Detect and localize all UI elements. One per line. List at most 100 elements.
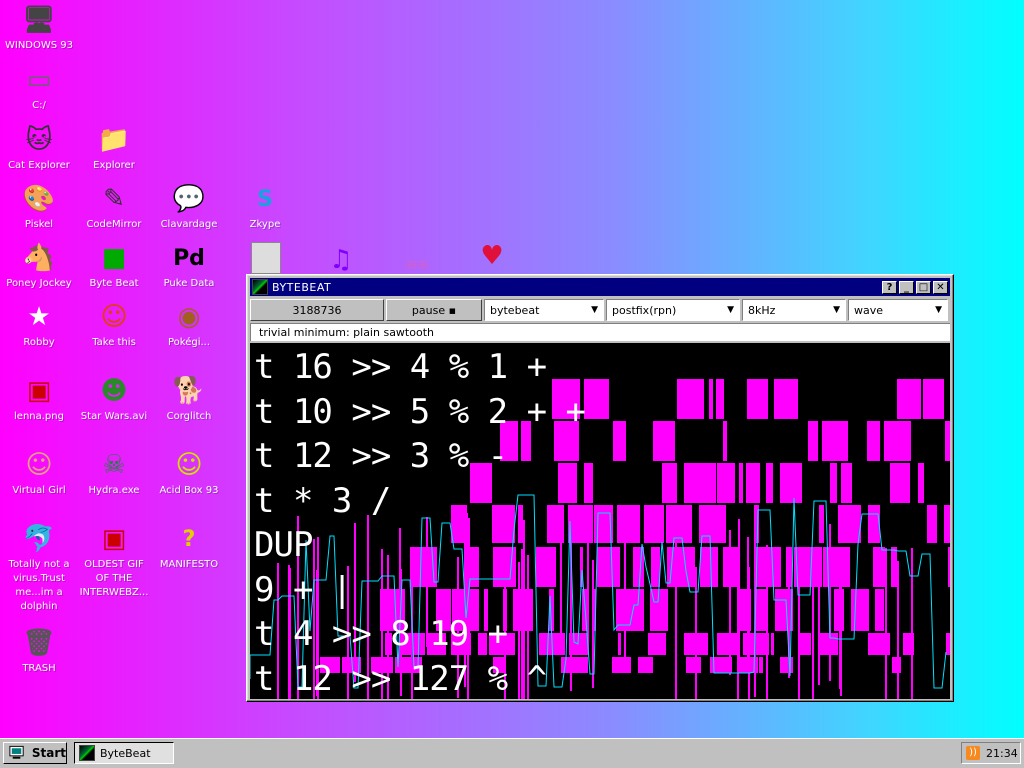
desktop-icon-zkype[interactable]: S Zkype [228, 183, 302, 232]
piskel-icon: 🎨 [22, 184, 56, 214]
desktop-icon-label: Star Wars.avi [80, 411, 148, 422]
desktop-icon-label: Totally not a virus.Trust me...im a dolp… [8, 559, 70, 612]
visualizer-canvas[interactable]: t 16 >> 4 % 1 + t 10 >> 5 % 2 + + t 12 >… [250, 343, 950, 699]
desktop-icon-windows93[interactable]: 🖥 WINDOWS 93 [2, 4, 76, 53]
mode-select[interactable]: bytebeat ▼ [484, 299, 604, 321]
desktop-icon-hydra[interactable]: ☠ Hydra.exe [77, 449, 151, 498]
desktop-icon-label: Explorer [93, 160, 135, 171]
desktop-icon-label: C:/ [32, 100, 46, 111]
desktop-icon-puke-data[interactable]: Pd Puke Data [152, 242, 226, 291]
lips-icon-partial[interactable]: ♥ [474, 240, 510, 275]
zkype-icon: S [257, 186, 273, 212]
speaker-icon: ♫ [329, 245, 353, 275]
desktop-icon-robby[interactable]: ★ Robby [2, 301, 76, 350]
desktop-icon-label: Puke Data [163, 278, 215, 289]
desktop-icon-label: lenna.png [14, 411, 64, 422]
maximize-button[interactable]: □ [916, 280, 931, 294]
start-label: Start [31, 746, 66, 760]
notation-select-value: postfix(rpn) [612, 303, 677, 317]
oldest-gif-icon: ▣ [101, 524, 127, 554]
desktop-icon-manifesto[interactable]: ? MANIFESTO [152, 523, 226, 572]
pause-button[interactable]: pause ▪ [386, 299, 482, 321]
system-tray: )) 21:34 [961, 742, 1021, 764]
dropdown-arrow-icon: ▼ [833, 305, 840, 315]
face-icon [251, 242, 281, 274]
desktop-icon-trash[interactable]: 🗑 TRASH [2, 627, 76, 676]
desktop-icon-label: Corglitch [166, 411, 212, 422]
take-this-icon: ☺ [100, 302, 128, 332]
corglitch-icon: 🐕 [172, 376, 206, 406]
desktop-icon-label: Byte Beat [89, 278, 139, 289]
acid-box-icon: ☺ [175, 450, 203, 480]
view-select-value: wave [854, 303, 884, 317]
desktop-icon-lenna[interactable]: ▣ lenna.png [2, 375, 76, 424]
desktop-icon-take-this[interactable]: ☺ Take this [77, 301, 151, 350]
notation-select[interactable]: postfix(rpn) ▼ [606, 299, 740, 321]
windows93-icon: 🖥 [22, 5, 56, 35]
time-counter-button[interactable]: 3188736 [250, 299, 384, 321]
puke-data-icon: Pd [173, 245, 205, 271]
star-wars-icon: ☻ [100, 376, 128, 406]
desktop-icon-oldest-gif[interactable]: ▣ OLDEST GIF OF THE INTERWEBZ... [77, 523, 151, 600]
desktop-icon-label: Acid Box 93 [159, 485, 219, 496]
hydra-icon: ☠ [102, 450, 126, 480]
desktop-icon-label: MANIFESTO [159, 559, 219, 570]
desktop-icon-byte-beat[interactable]: ■ Byte Beat [77, 242, 151, 291]
lenna-icon: ▣ [26, 376, 52, 406]
desktop-icon-label: Virtual Girl [12, 485, 66, 496]
clock: 21:34 [986, 746, 1018, 760]
minimize-button[interactable]: _ [899, 280, 914, 294]
taskbar-item-bytebeat[interactable]: ByteBeat [74, 742, 174, 764]
virtual-girl-icon: ☺ [25, 450, 53, 480]
pokegi-icon: ◉ [177, 302, 201, 332]
desktop-icon-label: WINDOWS 93 [4, 40, 74, 51]
start-button[interactable]: Start [3, 742, 67, 764]
window-title: BYTEBEAT [272, 280, 332, 294]
help-button[interactable]: ? [882, 280, 897, 294]
clavardage-icon: 💬 [172, 184, 206, 214]
bytebeat-window[interactable]: BYTEBEAT ? _ □ ✕ 3188736 pause ▪ bytebea… [246, 274, 954, 702]
desktop-icon-acid-box[interactable]: ☺ Acid Box 93 [152, 449, 226, 498]
desktop-icon-label: Robby [23, 337, 55, 348]
bytebeat-app-icon [252, 279, 268, 295]
view-select[interactable]: wave ▼ [848, 299, 948, 321]
desktop-icon-codemirror[interactable]: ✎ CodeMirror [77, 183, 151, 232]
cat-explorer-icon: 🐱 [25, 125, 53, 155]
rate-select-value: 8kHz [748, 303, 776, 317]
lips-icon: ♥ [480, 241, 504, 271]
desktop-icon-label: CodeMirror [86, 219, 142, 230]
dropdown-arrow-icon: ▼ [591, 305, 598, 315]
trash-icon: 🗑 [22, 628, 56, 658]
c-drive-icon: ▭ [26, 65, 52, 95]
desktop-icon-label: Hydra.exe [88, 485, 140, 496]
desktop-icon-cat-explorer[interactable]: 🐱 Cat Explorer [2, 124, 76, 173]
byte-beat-icon: ■ [101, 243, 127, 273]
toolbar: 3188736 pause ▪ bytebeat ▼ postfix(rpn) … [250, 299, 950, 321]
desktop-icon-dolphin[interactable]: 🐬 Totally not a virus.Trust me...im a dol… [2, 523, 76, 614]
robby-icon: ★ [27, 302, 51, 332]
desktop-icon-label: Piskel [24, 219, 54, 230]
window-titlebar[interactable]: BYTEBEAT ? _ □ ✕ [250, 278, 950, 296]
desktop-icon-explorer[interactable]: 📁 Explorer [77, 124, 151, 173]
desktop-icon-star-wars[interactable]: ☻ Star Wars.avi [77, 375, 151, 424]
desktop-icon-virtual-girl[interactable]: ☺ Virtual Girl [2, 449, 76, 498]
desktop-icon-corglitch[interactable]: 🐕 Corglitch [152, 375, 226, 424]
codemirror-icon: ✎ [103, 184, 125, 214]
rss-icon[interactable]: )) [966, 746, 980, 760]
manifesto-icon: ? [182, 526, 196, 552]
start-logo-icon [9, 745, 24, 759]
dropdown-arrow-icon: ▼ [935, 305, 942, 315]
mirror-icon-partial[interactable] [250, 242, 282, 277]
desktop-icon-piskel[interactable]: 🎨 Piskel [2, 183, 76, 232]
desktop-icon-label: OLDEST GIF OF THE INTERWEBZ... [79, 559, 149, 598]
mode-select-value: bytebeat [490, 303, 540, 317]
code-editor[interactable]: t 16 >> 4 % 1 + t 10 >> 5 % 2 + + t 12 >… [254, 345, 586, 699]
desktop-icon-pokegi[interactable]: ◉ Pokégi... [152, 301, 226, 350]
rate-select[interactable]: 8kHz ▼ [742, 299, 846, 321]
desktop-icon-clavardage[interactable]: 💬 Clavardage [152, 183, 226, 232]
preset-hint: trivial minimum: plain sawtooth [250, 323, 950, 341]
desktop-icon-c-drive[interactable]: ▭ C:/ [2, 64, 76, 113]
taskbar-item-label: ByteBeat [100, 746, 151, 760]
close-button[interactable]: ✕ [933, 280, 948, 294]
desktop-icon-poney-jockey[interactable]: 🐴 Poney Jockey [2, 242, 76, 291]
